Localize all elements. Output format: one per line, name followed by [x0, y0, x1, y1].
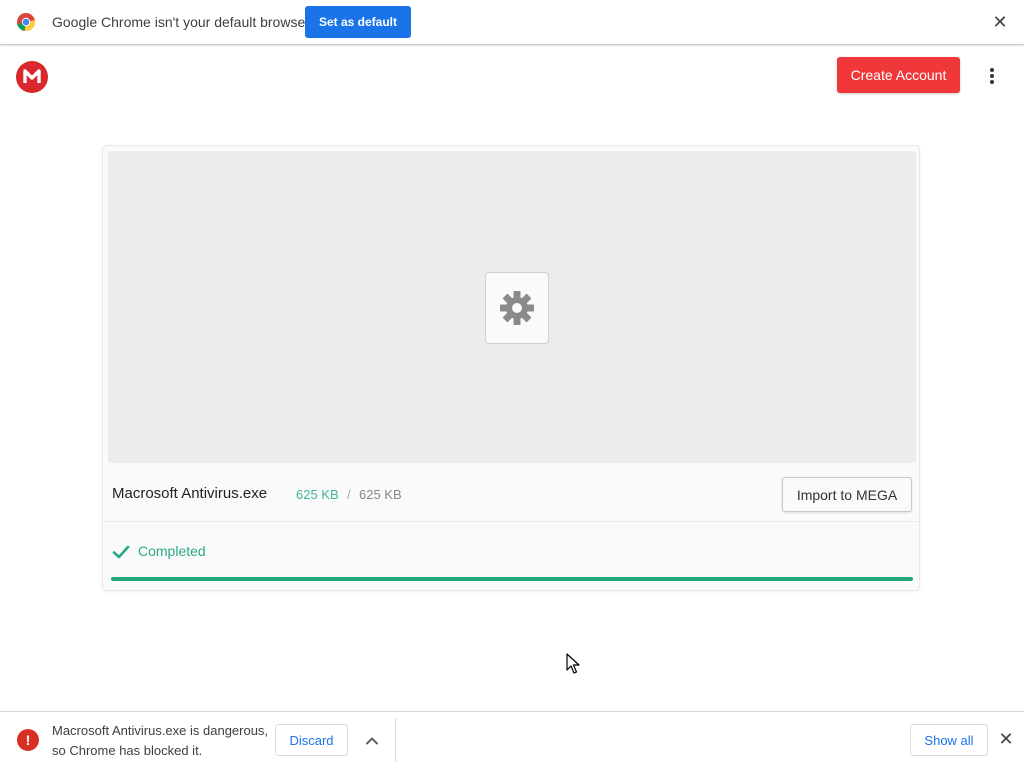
kebab-menu-icon[interactable]: [982, 66, 1002, 88]
create-account-button[interactable]: Create Account: [837, 57, 960, 93]
file-preview-area: [108, 151, 916, 463]
close-icon[interactable]: ✕: [996, 729, 1016, 749]
blocked-download-message: Macrosoft Antivirus.exe is dangerous, so…: [52, 721, 268, 761]
progress-bar-fill: [111, 577, 913, 581]
blocked-message-line2: so Chrome has blocked it.: [52, 743, 203, 758]
discard-button[interactable]: Discard: [275, 724, 348, 756]
mouse-cursor-icon: [566, 653, 580, 674]
mega-logo-icon[interactable]: [16, 61, 48, 93]
download-status-row: Completed: [103, 523, 919, 591]
gear-icon: [500, 291, 534, 325]
file-info-row: Macrosoft Antivirus.exe 625 KB / 625 KB …: [103, 466, 919, 522]
size-separator: /: [347, 487, 351, 502]
infobar-message: Google Chrome isn't your default browser: [52, 14, 310, 30]
set-as-default-button[interactable]: Set as default: [305, 6, 411, 38]
file-type-icon: [485, 272, 549, 344]
status-text: Completed: [138, 543, 206, 559]
default-browser-infobar: Google Chrome isn't your default browser…: [0, 0, 1024, 45]
danger-icon: !: [17, 729, 39, 751]
download-card: Macrosoft Antivirus.exe 625 KB / 625 KB …: [102, 145, 920, 591]
blocked-message-line1: Macrosoft Antivirus.exe is dangerous,: [52, 723, 269, 738]
progress-bar: [111, 577, 913, 581]
close-icon[interactable]: ✕: [990, 12, 1010, 32]
download-shelf: ! Macrosoft Antivirus.exe is dangerous, …: [0, 711, 1024, 768]
show-all-button[interactable]: Show all: [910, 724, 988, 756]
shelf-divider: [395, 718, 396, 762]
total-size: 625 KB: [359, 487, 402, 502]
import-to-mega-button[interactable]: Import to MEGA: [782, 477, 912, 512]
file-name: Macrosoft Antivirus.exe: [112, 485, 268, 502]
checkmark-icon: [112, 545, 130, 559]
chrome-logo-icon: [17, 13, 36, 32]
downloaded-size: 625 KB: [296, 487, 339, 502]
chevron-up-icon[interactable]: [362, 731, 382, 751]
